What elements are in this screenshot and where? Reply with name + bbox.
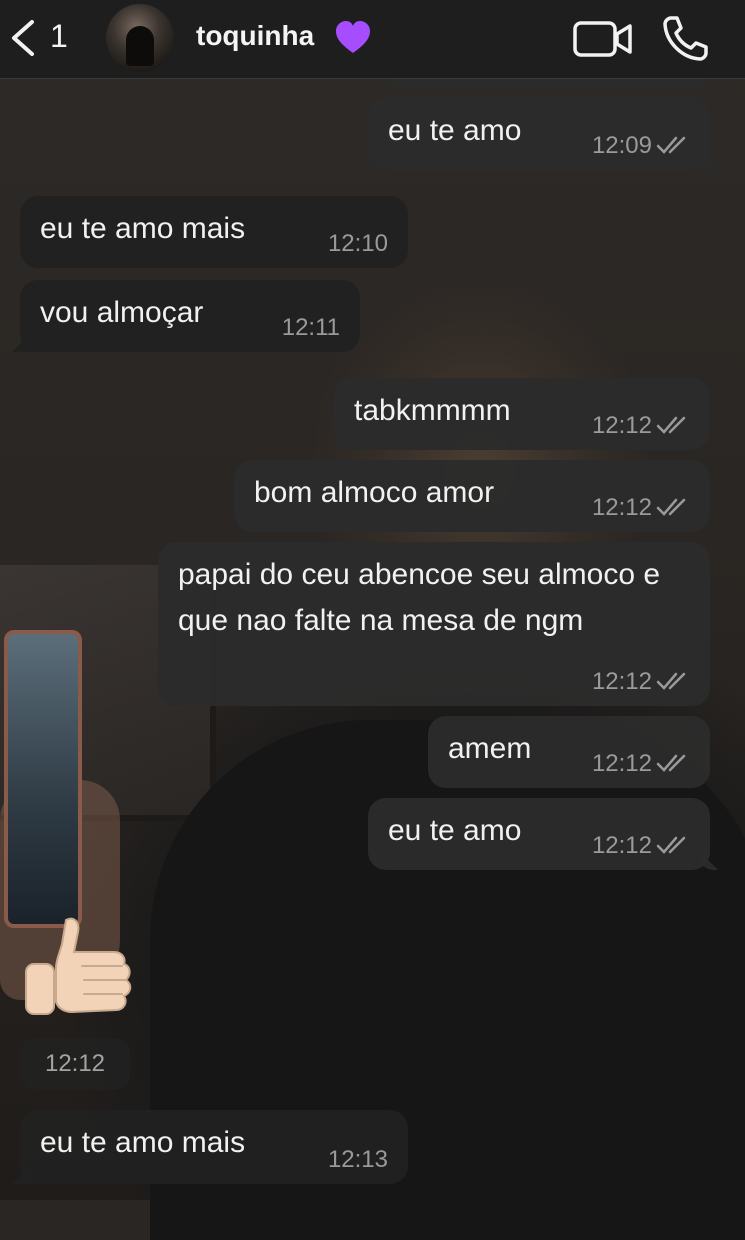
message-bubble-outgoing[interactable]: bom almoco amor 12:12 [234,460,710,532]
double-check-icon [656,836,686,854]
message-bubble-outgoing[interactable]: eu te amo 12:09 [368,98,718,170]
message-time: 12:12 [591,832,652,859]
message-text: eu te amo mais [40,212,246,245]
back-chevron-icon[interactable] [6,18,42,58]
message-meta: 12:12 [592,412,690,440]
purple-heart-icon [334,20,372,56]
avatar[interactable] [106,4,174,72]
message-bubble-outgoing[interactable]: papai do ceu abencoe seu almoco e que na… [158,542,710,706]
message-time: 12:12 [591,750,652,777]
double-check-icon [656,136,686,154]
message-meta: 12:12 [592,750,690,778]
message-time: 12:12 [591,412,652,439]
message-bubble-incoming[interactable]: vou almoçar 12:11 [12,280,360,352]
message-bubble-outgoing[interactable]: eu te amo 12:12 [368,798,718,870]
wallpaper-phone [4,630,82,928]
message-meta: 12:12 [592,494,690,522]
message-time: 12:09 [591,132,652,159]
message-text: vou almoçar [40,296,204,329]
message-text: papai do ceu abencoe seu almoco e que na… [178,558,661,637]
thumbs-up-icon[interactable] [22,912,142,1032]
message-meta: 12:12 [592,668,690,696]
message-text: tabkmmmm [354,394,511,427]
message-text: bom almoco amor [254,476,495,509]
message-bubble-incoming[interactable]: eu te amo mais 12:10 [20,196,408,268]
message-meta: 12:09 [592,132,690,160]
message-time: 12:12 [20,1038,130,1090]
message-time: 12:12 [591,494,652,521]
message-time: 12:11 [281,314,340,341]
video-camera-icon[interactable] [572,18,634,60]
chat-header: 1 toquinha [0,0,745,79]
contact-name[interactable]: toquinha [196,20,314,52]
message-text: eu te amo mais [40,1126,246,1159]
message-text: eu te amo [388,114,522,147]
double-check-icon [656,416,686,434]
message-text: amem [448,732,532,765]
double-check-icon [656,672,686,690]
phone-icon[interactable] [660,14,712,64]
unread-count[interactable]: 1 [50,18,68,55]
message-time: 12:12 [591,668,652,695]
message-time: 12:10 [327,230,388,257]
message-time: 12:13 [327,1146,388,1173]
message-bubble-outgoing[interactable]: amem 12:12 [428,716,710,788]
message-text: eu te amo [388,814,522,847]
double-check-icon [656,754,686,772]
message-bubble-incoming[interactable]: eu te amo mais 12:13 [12,1110,408,1184]
double-check-icon [656,498,686,516]
message-meta: 12:12 [592,832,690,860]
message-bubble-outgoing[interactable]: tabkmmmm 12:12 [334,378,710,450]
